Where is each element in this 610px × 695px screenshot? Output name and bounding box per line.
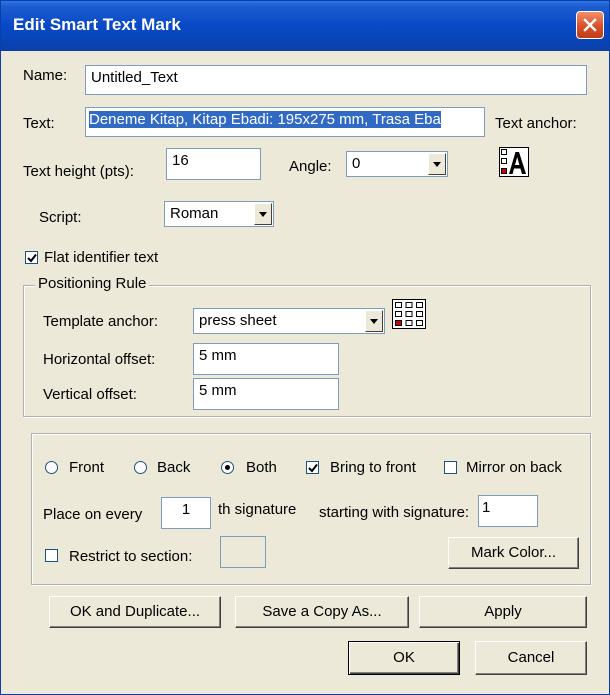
restrict-section-checkbox[interactable] (45, 549, 58, 562)
text-height-label: Text height (pts): (23, 163, 134, 180)
template-anchor-grid-icon[interactable] (392, 299, 426, 329)
vertical-offset-label: Vertical offset: (43, 386, 137, 403)
back-label: Back (157, 459, 191, 476)
checkmark-icon (308, 463, 318, 473)
horizontal-offset-field[interactable]: 5 mm (193, 343, 339, 375)
text-value: Deneme Kitap, Kitap Ebadi: 195x275 mm, T… (89, 111, 441, 128)
script-select[interactable]: Roman (164, 201, 274, 227)
text-anchor-label: Text anchor: (495, 115, 577, 132)
name-label: Name: (23, 67, 68, 84)
restrict-section-field[interactable] (220, 536, 266, 568)
text-anchor-icon[interactable] (499, 147, 529, 177)
horizontal-offset-label: Horizontal offset: (43, 351, 156, 368)
chevron-down-icon[interactable] (254, 203, 272, 225)
text-height-field[interactable]: 16 (166, 148, 261, 180)
close-icon (583, 18, 597, 32)
angle-label: Angle: (289, 158, 332, 175)
horizontal-offset-value: 5 mm (199, 347, 237, 364)
ok-button[interactable]: OK (348, 641, 460, 675)
chevron-down-icon[interactable] (428, 153, 446, 175)
bring-to-front-label: Bring to front (330, 459, 416, 476)
th-signature-label: th signature (218, 501, 297, 518)
template-anchor-value: press sheet (199, 312, 277, 329)
front-label: Front (69, 459, 105, 476)
mark-color-button[interactable]: Mark Color... (448, 537, 579, 569)
starting-with-field[interactable]: 1 (478, 495, 538, 527)
front-radio[interactable] (45, 461, 58, 474)
angle-value: 0 (352, 155, 361, 172)
mirror-on-back-label: Mirror on back (466, 459, 562, 476)
both-label: Both (246, 459, 277, 476)
template-anchor-select[interactable]: press sheet (193, 308, 385, 334)
flat-identifier-label: Flat identifier text (44, 249, 159, 266)
vertical-offset-value: 5 mm (199, 382, 237, 399)
back-radio[interactable] (134, 461, 147, 474)
script-value: Roman (170, 205, 219, 222)
bring-to-front-checkbox[interactable] (306, 461, 319, 474)
template-anchor-label: Template anchor: (43, 313, 159, 330)
text-field[interactable]: Deneme Kitap, Kitap Ebadi: 195x275 mm, T… (85, 107, 485, 137)
flat-identifier-checkbox[interactable] (25, 251, 38, 264)
text-height-value: 16 (172, 152, 189, 169)
both-radio[interactable] (221, 461, 234, 474)
place-every-label: Place on every (43, 506, 143, 523)
ok-and-duplicate-button[interactable]: OK and Duplicate... (49, 596, 221, 628)
close-button[interactable] (576, 11, 604, 39)
mirror-on-back-checkbox[interactable] (444, 461, 457, 474)
angle-select[interactable]: 0 (346, 151, 448, 177)
place-every-field[interactable]: 1 (161, 497, 211, 529)
chevron-down-icon[interactable] (365, 310, 383, 332)
window-title: Edit Smart Text Mark (13, 15, 181, 34)
starting-with-label: starting with signature: (319, 504, 470, 521)
name-value: Untitled_Text (91, 69, 178, 86)
cancel-button[interactable]: Cancel (475, 641, 587, 675)
starting-with-value: 1 (482, 499, 491, 516)
text-label: Text: (23, 115, 55, 132)
place-every-value: 1 (181, 501, 191, 518)
vertical-offset-field[interactable]: 5 mm (193, 378, 339, 410)
script-label: Script: (39, 209, 82, 226)
title-bar[interactable]: Edit Smart Text Mark (1, 1, 609, 51)
save-copy-button[interactable]: Save a Copy As... (235, 596, 409, 628)
name-field[interactable]: Untitled_Text (85, 65, 587, 95)
restrict-section-label: Restrict to section: (69, 548, 193, 565)
dialog-window: Edit Smart Text Mark Name: Untitled_Text… (0, 0, 610, 695)
apply-button[interactable]: Apply (419, 596, 587, 628)
checkmark-icon (27, 253, 37, 263)
positioning-rule-title: Positioning Rule (35, 275, 150, 292)
